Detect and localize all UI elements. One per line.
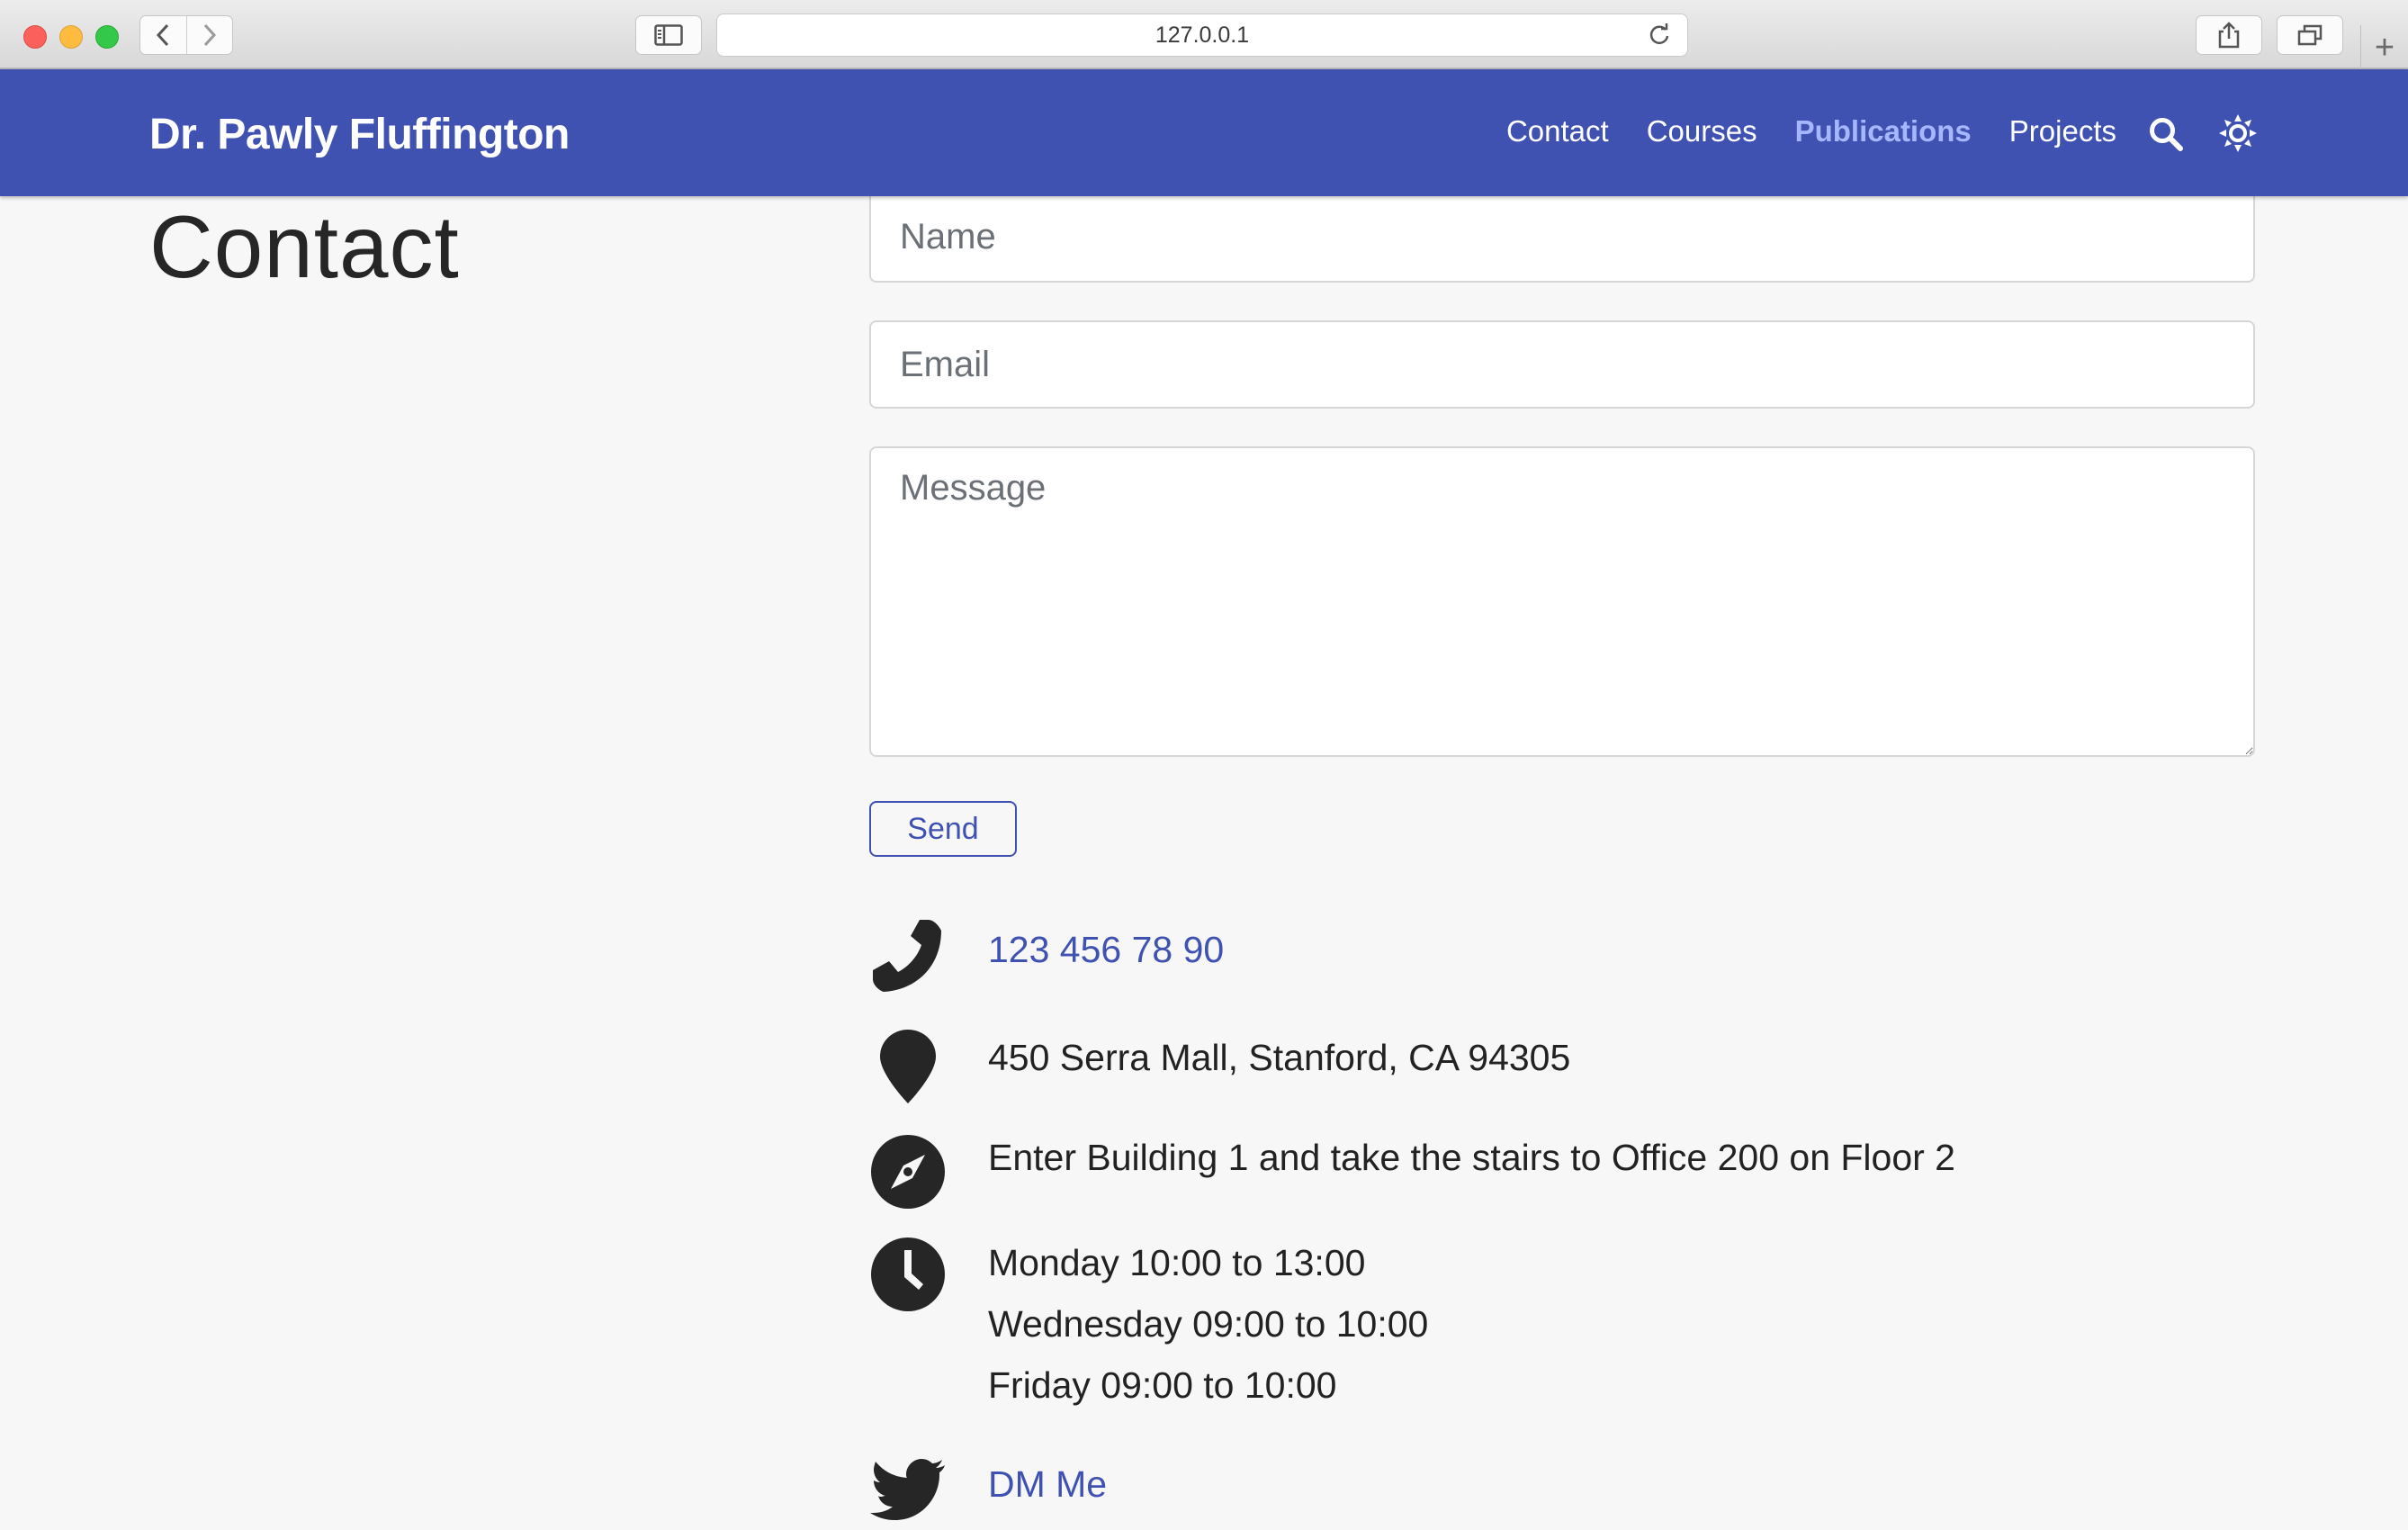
send-button[interactable]: Send — [869, 801, 1017, 857]
history-nav — [139, 15, 233, 55]
address-text: 450 Serra Mall, Stanford, CA 94305 — [988, 1037, 1571, 1078]
sun-icon[interactable] — [2219, 114, 2257, 157]
hours-line: Friday 09:00 to 10:00 — [988, 1364, 1337, 1406]
reload-icon[interactable] — [1648, 23, 1671, 53]
site-brand[interactable]: Dr. Pawly Fluffington — [149, 110, 570, 159]
site-navbar: Dr. Pawly Fluffington Contact Courses Publ… — [0, 69, 2408, 196]
name-field[interactable] — [869, 193, 2255, 283]
sidebar-icon — [654, 24, 683, 46]
office-hours-row: Monday 10:00 to 13:00 Wednesday 09:00 to… — [869, 1236, 1428, 1406]
clock-icon — [869, 1236, 947, 1313]
twitter-row: DM Me — [869, 1453, 1107, 1530]
address-row: 450 Serra Mall, Stanford, CA 94305 — [869, 1028, 1570, 1105]
nav-link-projects[interactable]: Projects — [2009, 114, 2116, 148]
phone-icon — [869, 916, 947, 994]
phone-link[interactable]: 123 456 78 90 — [988, 929, 1224, 971]
directions-text: Enter Building 1 and take the stairs to … — [988, 1137, 1955, 1178]
search-icon[interactable] — [2148, 116, 2184, 157]
twitter-link[interactable]: DM Me — [988, 1463, 1107, 1506]
minimize-window-button[interactable] — [59, 25, 83, 49]
show-tabs-button[interactable] — [2277, 15, 2343, 55]
compass-icon — [869, 1133, 947, 1210]
page-title: Contact — [149, 197, 460, 296]
chevron-right-icon — [203, 23, 216, 47]
tabs-icon — [2297, 24, 2323, 46]
forward-button[interactable] — [185, 16, 233, 54]
browser-toolbar: 127.0.0.1 + — [0, 0, 2408, 70]
hours-line: Wednesday 09:00 to 10:00 — [988, 1303, 1429, 1345]
hours-line: Monday 10:00 to 13:00 — [988, 1242, 1366, 1283]
twitter-icon — [869, 1453, 947, 1530]
chevron-left-icon — [157, 23, 169, 47]
message-field[interactable] — [869, 446, 2255, 757]
phone-row: 123 456 78 90 — [869, 916, 1224, 994]
nav-link-contact[interactable]: Contact — [1506, 114, 1609, 148]
share-button[interactable] — [2196, 15, 2262, 55]
close-window-button[interactable] — [23, 25, 47, 49]
sidebar-toggle-button[interactable] — [635, 15, 702, 55]
office-hours: Monday 10:00 to 13:00 Wednesday 09:00 to… — [988, 1232, 1428, 1416]
share-icon — [2218, 22, 2240, 49]
main-nav: Contact Courses Publications Projects — [1506, 114, 2116, 148]
email-field[interactable] — [869, 320, 2255, 409]
url-text: 127.0.0.1 — [1155, 22, 1250, 48]
nav-link-publications[interactable]: Publications — [1795, 114, 1972, 148]
directions-row: Enter Building 1 and take the stairs to … — [869, 1133, 1955, 1210]
map-pin-icon — [869, 1028, 947, 1105]
zoom-window-button[interactable] — [95, 25, 119, 49]
address-bar[interactable]: 127.0.0.1 — [716, 14, 1688, 57]
nav-link-courses[interactable]: Courses — [1647, 114, 1757, 148]
back-button[interactable] — [140, 16, 186, 54]
new-tab-button[interactable]: + — [2360, 25, 2408, 70]
